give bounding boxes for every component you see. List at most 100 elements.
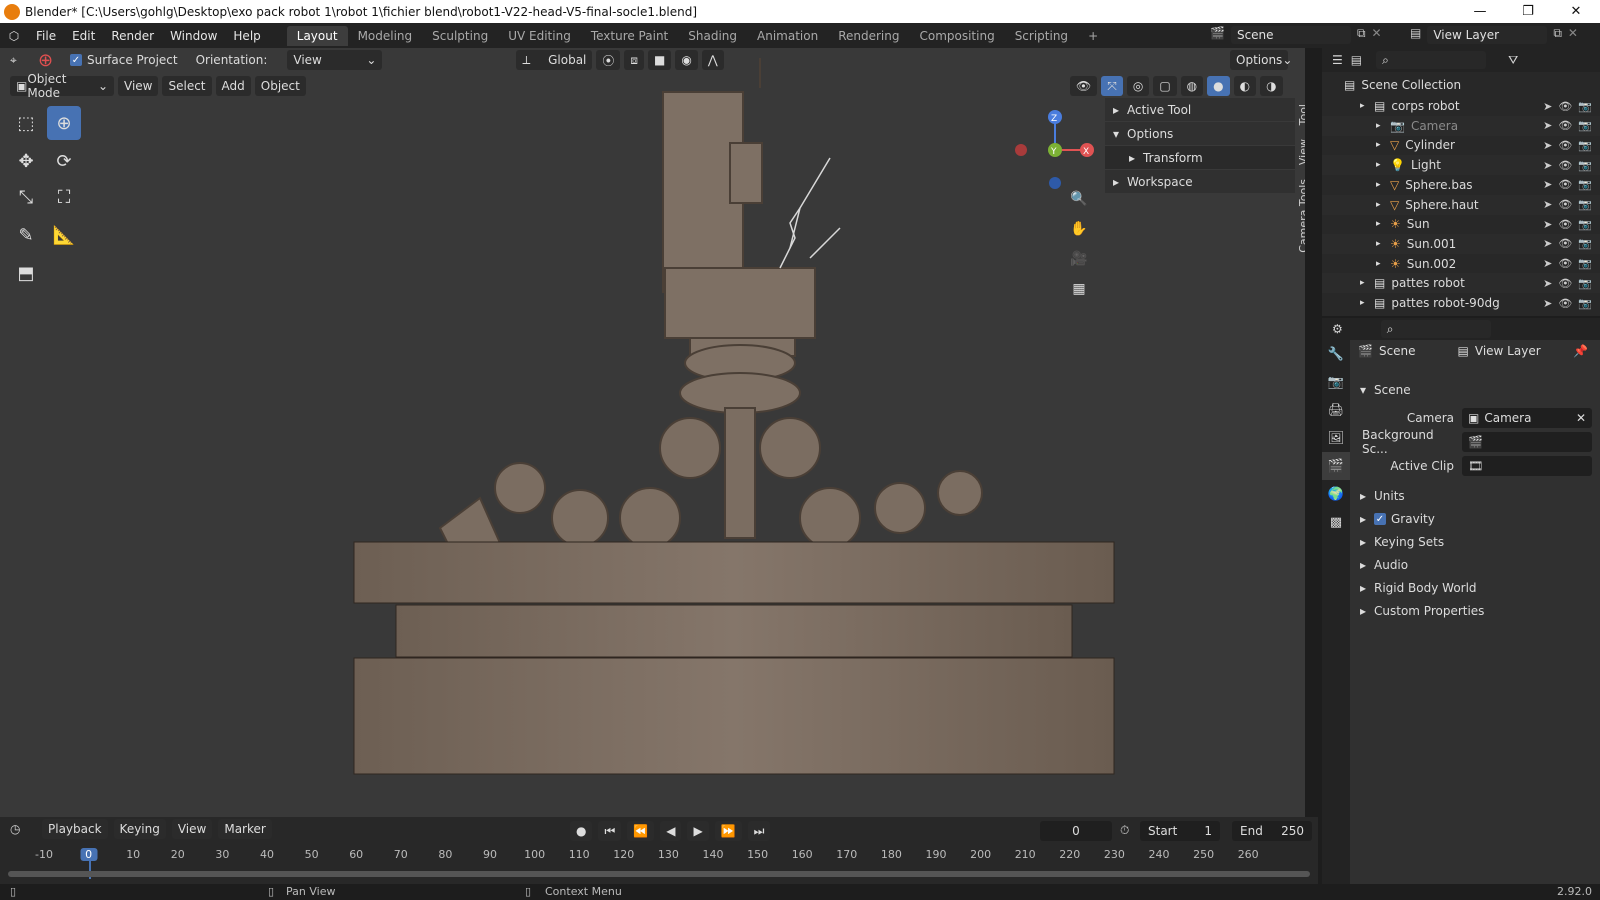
eye-icon[interactable]: 👁 [1558,237,1572,250]
active-tool-section[interactable]: ▸ Active Tool [1105,98,1295,121]
tab-uv-editing[interactable]: UV Editing [498,26,581,46]
eye-icon[interactable]: 👁 [1558,159,1572,172]
pan-hand-icon[interactable]: ✋ [1066,216,1092,242]
tab-compositing[interactable]: Compositing [909,26,1004,46]
outliner-row[interactable]: ▸ ▤ pattes robot-90dg ➤ 👁 📷 [1322,293,1600,313]
tab-layout[interactable]: Layout [286,25,348,46]
menu-help[interactable]: Help [225,29,268,43]
tool-tab-icon[interactable]: 🔧 [1322,340,1350,368]
tab-modeling[interactable]: Modeling [348,26,423,46]
select-arrow-icon[interactable]: ➤ [1543,198,1552,211]
expand-arrow-icon[interactable]: ▸ [1360,101,1374,111]
render-camera-icon[interactable]: 📷 [1578,277,1592,290]
outliner-editor-icon[interactable]: ☰ [1332,53,1343,67]
units-section[interactable]: ▸ Units [1360,486,1405,506]
expand-arrow-icon[interactable]: ▸ [1360,298,1374,308]
outliner-row[interactable]: ▸ ▤ corps robot ➤ 👁 📷 [1322,96,1600,116]
render-camera-icon[interactable]: 📷 [1578,100,1592,113]
outliner-row[interactable]: ▸ ☀ Sun.002 ➤ 👁 📷 [1322,254,1600,274]
3d-viewport[interactable]: ⌖ ⊕ ✓ Surface Project Orientation: View ⌄… [0,48,1305,817]
scene-section-header[interactable]: ▾ Scene [1360,380,1411,400]
add-workspace-button[interactable]: + [1078,26,1108,46]
gravity-section[interactable]: ▸ ✓ Gravity [1360,509,1435,529]
outliner-row[interactable]: ▸ 📷 Camera ➤ 👁 📷 [1322,115,1600,136]
eye-icon[interactable]: 👁 [1558,218,1572,231]
outliner-row[interactable]: ▸ 💡 Light ➤ 👁 📷 [1322,155,1600,176]
render-camera-icon[interactable]: 📷 [1578,178,1592,191]
texture-tab-icon[interactable]: ▩ [1322,508,1350,536]
expand-arrow-icon[interactable]: ▸ [1376,200,1390,210]
view-layer-icon[interactable]: ▤ [1410,26,1421,44]
clear-camera-icon[interactable]: ✕ [1576,411,1586,425]
background-scene-field[interactable]: 🎬 [1462,432,1592,452]
navigation-gizmo[interactable]: Z Y X [1010,108,1100,198]
timeline-scrollbar[interactable] [8,871,1310,877]
outliner-row[interactable]: ▸ ☀ Sun.001 ➤ 👁 📷 [1322,233,1600,254]
outliner-search-input[interactable]: ⌕ [1376,51,1487,69]
render-camera-icon[interactable]: 📷 [1578,297,1592,310]
active-clip-field[interactable]: 🎞 [1462,456,1592,476]
grid-toggle-icon[interactable]: ▦ [1066,276,1092,302]
menu-render[interactable]: Render [103,29,162,43]
render-camera-icon[interactable]: 📷 [1578,159,1592,172]
scene-selector-icon[interactable]: 🎬 [1210,26,1225,44]
eye-icon[interactable]: 👁 [1558,198,1572,211]
maximize-button[interactable]: ❐ [1504,0,1552,23]
render-camera-icon[interactable]: 📷 [1578,139,1592,152]
filter-icon[interactable]: ⛛ [1508,53,1518,68]
blender-menu-icon[interactable]: ⬡ [0,29,28,43]
zoom-icon[interactable]: 🔍 [1066,186,1092,212]
close-window-button[interactable]: ✕ [1552,0,1600,23]
context-scene[interactable]: Scene [1379,344,1416,358]
output-tab-icon[interactable]: 🖨 [1322,396,1350,424]
display-mode-icon[interactable]: ▤ [1351,53,1362,67]
view-layer-field[interactable]: View Layer [1427,26,1548,44]
expand-arrow-icon[interactable]: ▸ [1376,219,1390,229]
transform-subsection[interactable]: ▸ Transform [1105,146,1295,169]
select-arrow-icon[interactable]: ➤ [1543,237,1552,250]
audio-section[interactable]: ▸ Audio [1360,555,1408,575]
outliner-row[interactable]: ▸ ▽ Sphere.bas ➤ 👁 📷 [1322,175,1600,195]
select-arrow-icon[interactable]: ➤ [1543,139,1552,152]
render-tab-icon[interactable]: 📷 [1322,368,1350,396]
eye-icon[interactable]: 👁 [1558,178,1572,191]
properties-editor-icon[interactable]: ⚙ [1332,322,1343,336]
new-scene-icon[interactable]: ⧉ [1357,26,1366,44]
sidebar-tab-view[interactable]: View [1297,139,1305,165]
expand-arrow-icon[interactable]: ▸ [1376,160,1390,170]
render-camera-icon[interactable]: 📷 [1578,257,1592,270]
scene-tab-icon[interactable]: 🎬 [1322,452,1350,480]
expand-arrow-icon[interactable]: ▸ [1376,121,1390,131]
remove-view-layer-icon[interactable]: ✕ [1568,26,1578,44]
outliner-row[interactable]: ▸ ▽ Cylinder ➤ 👁 📷 [1322,135,1600,155]
options-section[interactable]: ▾ Options [1105,122,1295,145]
tab-rendering[interactable]: Rendering [828,26,909,46]
render-camera-icon[interactable]: 📷 [1578,218,1592,231]
outliner-row[interactable]: ▸ ☀ Sun ➤ 👁 📷 [1322,214,1600,234]
eye-icon[interactable]: 👁 [1558,297,1572,310]
tab-scripting[interactable]: Scripting [1005,26,1078,46]
select-arrow-icon[interactable]: ➤ [1543,100,1552,113]
tab-shading[interactable]: Shading [678,26,747,46]
sidebar-tab-camera-tools[interactable]: Camera Tools [1297,179,1305,253]
outliner-row[interactable]: ▸ ▤ pattes robot ➤ 👁 📷 [1322,273,1600,294]
menu-file[interactable]: File [28,29,64,43]
tab-texture-paint[interactable]: Texture Paint [581,26,678,46]
menu-window[interactable]: Window [162,29,225,43]
keying-sets-section[interactable]: ▸ Keying Sets [1360,532,1444,552]
expand-arrow-icon[interactable]: ▸ [1360,278,1374,288]
select-arrow-icon[interactable]: ➤ [1543,297,1552,310]
custom-properties-section[interactable]: ▸ Custom Properties [1360,601,1484,621]
minimize-button[interactable]: — [1456,0,1504,23]
rigid-body-world-section[interactable]: ▸ Rigid Body World [1360,578,1477,598]
properties-search-input[interactable]: ⌕ [1380,320,1491,338]
context-view-layer[interactable]: View Layer [1475,344,1541,358]
remove-scene-icon[interactable]: ✕ [1372,26,1382,44]
expand-arrow-icon[interactable]: ▸ [1376,239,1390,249]
camera-field[interactable]: ▣ Camera ✕ [1462,408,1592,428]
sidebar-tab-tool[interactable]: Tool [1297,104,1305,125]
menu-edit[interactable]: Edit [64,29,103,43]
tab-sculpting[interactable]: Sculpting [422,26,498,46]
select-arrow-icon[interactable]: ➤ [1543,159,1552,172]
eye-icon[interactable]: 👁 [1558,257,1572,270]
